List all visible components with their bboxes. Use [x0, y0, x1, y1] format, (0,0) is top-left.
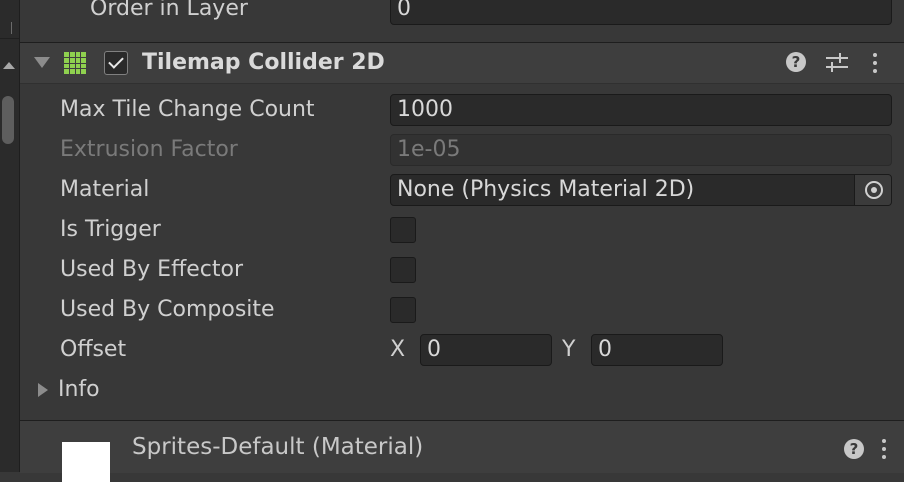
material-section-header[interactable]: Sprites-Default (Material) ? [20, 420, 904, 482]
extrusion-factor-label: Extrusion Factor [60, 137, 238, 162]
order-in-layer-field[interactable]: 0 [390, 0, 892, 25]
help-icon[interactable]: ? [786, 52, 806, 72]
used-by-composite-label: Used By Composite [60, 297, 275, 322]
offset-row: Offset X 0 Y 0 [20, 331, 904, 369]
offset-x-label[interactable]: X [390, 331, 405, 369]
used-by-effector-checkbox[interactable] [390, 257, 416, 283]
order-in-layer-row: Order in Layer 0 [20, 0, 904, 28]
used-by-composite-checkbox[interactable] [390, 297, 416, 323]
kebab-menu-icon[interactable] [873, 53, 877, 73]
extrusion-factor-row: Extrusion Factor 1e-05 [20, 131, 904, 169]
component-title: Tilemap Collider 2D [142, 50, 385, 75]
used-by-effector-label: Used By Effector [60, 257, 243, 282]
material-section-title: Sprites-Default (Material) [132, 434, 424, 460]
fold-right-arrow-icon[interactable] [38, 383, 48, 397]
info-foldout-label[interactable]: Info [58, 371, 100, 409]
tilemap-grid-icon [64, 52, 86, 74]
info-foldout-row[interactable]: Info [20, 371, 904, 409]
object-picker-icon[interactable] [854, 175, 891, 205]
is-trigger-label: Is Trigger [60, 217, 161, 242]
scroll-up-arrow-icon[interactable] [3, 62, 15, 69]
panel-notch [0, 0, 19, 39]
is-trigger-checkbox[interactable] [390, 217, 416, 243]
material-value: None (Physics Material 2D) [397, 177, 695, 202]
max-tile-change-count-field[interactable]: 1000 [390, 94, 892, 126]
offset-y-label[interactable]: Y [562, 331, 575, 369]
max-tile-change-count-row: Max Tile Change Count 1000 [20, 91, 904, 129]
material-row: Material None (Physics Material 2D) [20, 171, 904, 209]
offset-x-field[interactable]: 0 [420, 334, 552, 366]
component-enabled-checkbox[interactable] [104, 51, 128, 75]
offset-y-field[interactable]: 0 [591, 334, 723, 366]
extrusion-factor-field: 1e-05 [390, 134, 892, 166]
max-tile-change-count-label: Max Tile Change Count [60, 97, 315, 122]
presets-icon[interactable] [826, 53, 848, 73]
fold-down-arrow-icon[interactable] [34, 57, 50, 68]
material-kebab-menu-icon[interactable] [882, 439, 886, 459]
order-in-layer-label: Order in Layer [90, 0, 248, 21]
inspector-panel: Order in Layer 0 Tilemap Collider 2D ? M… [20, 0, 904, 482]
used-by-composite-row: Used By Composite [20, 291, 904, 329]
scrollbar-thumb[interactable] [2, 96, 14, 144]
material-preview-thumbnail [62, 442, 110, 482]
used-by-effector-row: Used By Effector [20, 251, 904, 289]
is-trigger-row: Is Trigger [20, 211, 904, 249]
checkmark-icon [108, 53, 124, 69]
offset-label: Offset [60, 337, 127, 362]
component-header[interactable]: Tilemap Collider 2D ? [20, 42, 904, 84]
material-label: Material [60, 177, 150, 202]
left-panel-strip [0, 0, 20, 472]
material-help-icon[interactable]: ? [844, 439, 864, 459]
material-object-field[interactable]: None (Physics Material 2D) [390, 174, 892, 206]
